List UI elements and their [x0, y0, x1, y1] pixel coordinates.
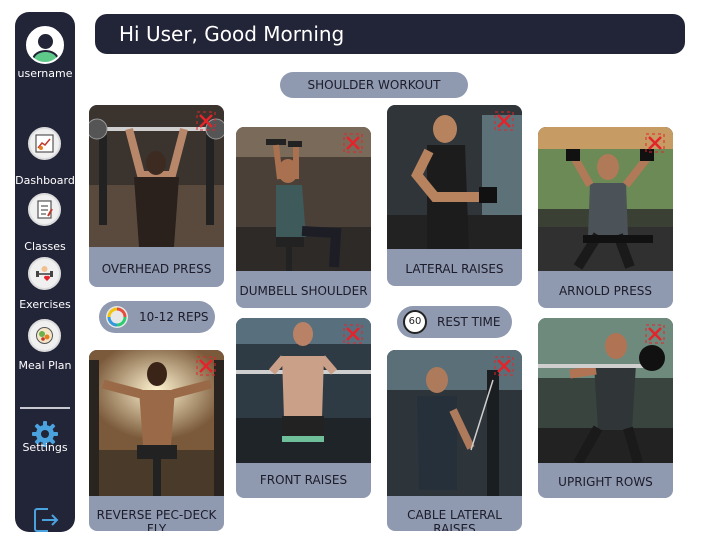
exercise-card-reverse-pec-deck-fly[interactable]: REVERSE PEC-DECK FLY [89, 350, 224, 531]
avatar-icon[interactable] [26, 26, 64, 64]
logout-icon[interactable] [32, 506, 60, 534]
rest-time-text: REST TIME [437, 315, 501, 329]
reps-text: 10-12 REPS [139, 310, 209, 324]
exercise-card-upright-rows[interactable]: UPRIGHT ROWS [538, 318, 673, 498]
rest-time-pill: 60 REST TIME [397, 306, 512, 338]
sidebar-item-classes[interactable]: Classes [15, 240, 75, 253]
close-icon[interactable] [196, 356, 216, 376]
timer-icon-text: 60 [408, 316, 422, 327]
sidebar-divider [20, 407, 70, 409]
exercise-card-lateral-raises[interactable]: LATERAL RAISES [387, 105, 522, 286]
username-label: username [17, 67, 73, 80]
sidebar-item-dashboard[interactable]: Dashboard [15, 174, 75, 187]
exercise-label: FRONT RAISES [259, 473, 348, 487]
sidebar-item-settings[interactable]: Settings [15, 441, 75, 454]
greeting-text: Hi User, Good Morning [119, 22, 345, 46]
close-icon[interactable] [343, 324, 363, 344]
exercise-label: LATERAL RAISES [405, 262, 504, 276]
dashboard-icon[interactable] [28, 127, 61, 160]
exercise-label: ARNOLD PRESS [558, 284, 653, 298]
exercise-label: CABLE LATERAL RAISES [407, 508, 502, 531]
sidebar: username Dashboard Classes Exercises Mea… [15, 12, 75, 532]
exercise-label: REVERSE PEC-DECK FLY [96, 508, 217, 531]
classes-icon[interactable] [28, 193, 61, 226]
sidebar-item-exercises[interactable]: Exercises [15, 298, 75, 311]
repeat-icon [105, 305, 129, 329]
close-icon[interactable] [494, 111, 514, 131]
exercise-card-dumbell-shoulder[interactable]: DUMBELL SHOULDER [236, 127, 371, 308]
exercise-card-cable-lateral-raises[interactable]: CABLE LATERAL RAISES [387, 350, 522, 531]
exercise-label: UPRIGHT ROWS [558, 475, 653, 489]
close-icon[interactable] [343, 133, 363, 153]
reps-pill: 10-12 REPS [99, 301, 215, 333]
exercise-card-overhead-press[interactable]: OVERHEAD PRESS [89, 105, 224, 287]
exercise-card-arnold-press[interactable]: ARNOLD PRESS [538, 127, 673, 308]
close-icon[interactable] [645, 133, 665, 153]
timer-icon: 60 [403, 310, 427, 334]
exercise-label: DUMBELL SHOULDER [239, 284, 368, 298]
header-bar: Hi User, Good Morning [95, 14, 685, 54]
sidebar-item-meal-plan[interactable]: Meal Plan [15, 359, 75, 372]
exercise-card-front-raises[interactable]: FRONT RAISES [236, 318, 371, 498]
close-icon[interactable] [196, 111, 216, 131]
close-icon[interactable] [645, 324, 665, 344]
exercise-label: OVERHEAD PRESS [101, 262, 212, 276]
exercises-icon[interactable] [28, 257, 61, 290]
close-icon[interactable] [494, 356, 514, 376]
meal-plan-icon[interactable] [28, 319, 61, 352]
workout-title-pill: SHOULDER WORKOUT [280, 72, 468, 98]
